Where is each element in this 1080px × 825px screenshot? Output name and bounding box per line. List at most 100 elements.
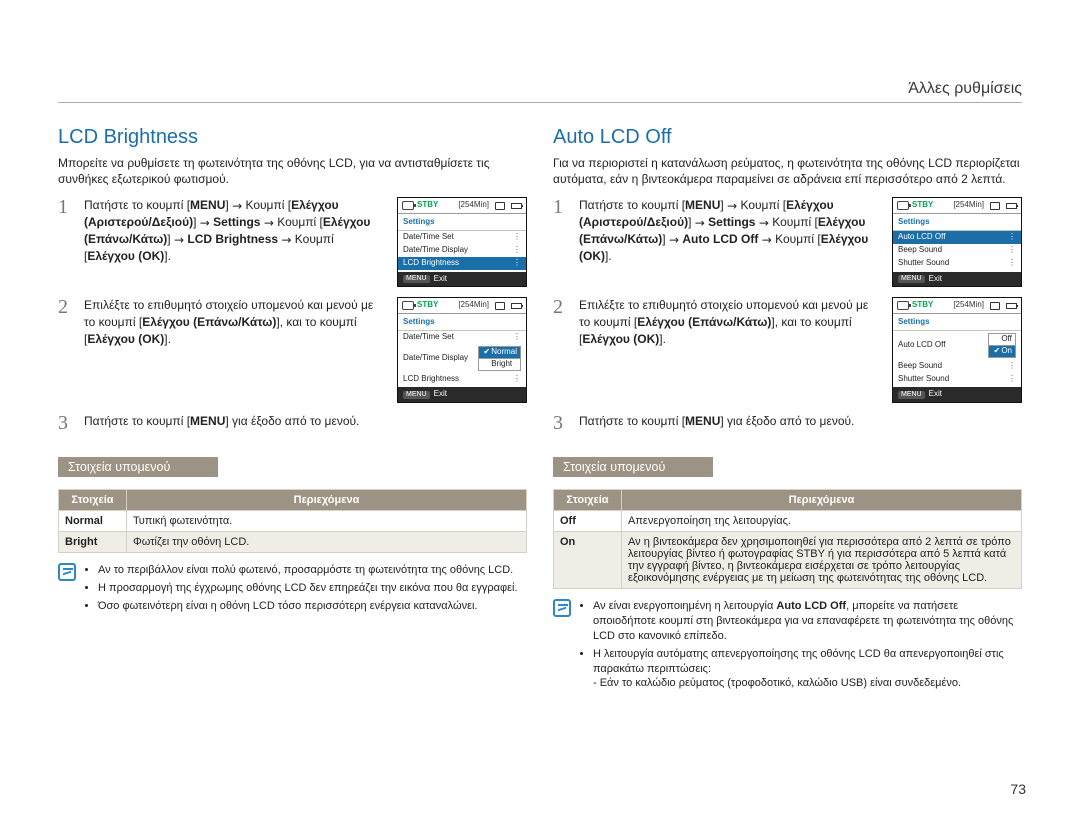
more-icon: ⋮	[513, 333, 521, 342]
table-header-desc: Περιεχόμενα	[127, 490, 527, 511]
step-text: Πατήστε το κουμπί [MENU] → Κουμπί [Ελέγχ…	[84, 197, 387, 264]
sd-card-icon	[495, 302, 505, 310]
arrow-icon: →	[727, 200, 737, 212]
screen-menu-row: Auto LCD OffOff✔On	[893, 331, 1021, 360]
note-item: Αν είναι ενεργοποιημένη η λειτουργία Aut…	[593, 599, 1022, 644]
status-stby: STBY	[912, 201, 933, 210]
more-icon: ⋮	[513, 375, 521, 384]
arrow-icon: →	[281, 234, 291, 246]
more-icon: ⋮	[1008, 233, 1016, 242]
screen-menu-label: Date/Time Set	[403, 333, 454, 342]
battery-icon	[511, 303, 522, 309]
table-cell-key: Normal	[59, 511, 127, 532]
check-icon: ✔	[482, 348, 491, 357]
screen-footer: MENU Exit	[893, 387, 1021, 402]
menu-chip: MENU	[898, 275, 925, 283]
more-icon: ⋮	[1008, 375, 1016, 384]
status-remaining: [254Min]	[458, 201, 489, 210]
camcorder-icon	[897, 201, 909, 210]
screen-menu-label: LCD Brightness	[403, 375, 459, 384]
note-list: Αν είναι ενεργοποιημένη η λειτουργία Aut…	[579, 599, 1022, 694]
check-icon: ✔	[992, 347, 1001, 356]
step-3-left: 3 Πατήστε το κουμπί [MENU] για έξοδο από…	[58, 413, 527, 433]
screen-menu-label: Shutter Sound	[898, 375, 949, 384]
camcorder-screen: STBY[254Min]SettingsDate/Time Set⋮Date/T…	[397, 297, 527, 403]
more-icon: ⋮	[1008, 259, 1016, 268]
step-number: 3	[58, 413, 74, 433]
step-number: 1	[58, 197, 74, 217]
battery-icon	[1006, 203, 1017, 209]
more-icon: ⋮	[513, 259, 521, 268]
sd-card-icon	[990, 202, 1000, 210]
status-stby: STBY	[912, 301, 933, 310]
step-number: 3	[553, 413, 569, 433]
col-auto-lcd-off: Auto LCD Off Για να περιοριστεί η κατανά…	[553, 126, 1022, 694]
col-lcd-brightness: LCD Brightness Μπορείτε να ρυθμίσετε τη …	[58, 126, 527, 694]
screen-menu-row: Shutter Sound ⋮	[893, 257, 1021, 270]
status-remaining: [254Min]	[458, 301, 489, 310]
camcorder-icon	[402, 301, 414, 310]
screen-menu-label: Date/Time Display	[403, 354, 468, 363]
screen-settings-title: Settings	[398, 216, 526, 231]
note-item: Αν το περιβάλλον είναι πολύ φωτεινό, προ…	[98, 563, 518, 578]
camcorder-screen: STBY[254Min]SettingsDate/Time Set⋮Date/T…	[397, 197, 527, 287]
camcorder-icon	[897, 301, 909, 310]
status-stby: STBY	[417, 301, 438, 310]
status-remaining: [254Min]	[953, 201, 984, 210]
screen-menu-row: Auto LCD Off ⋮	[893, 231, 1021, 244]
battery-icon	[511, 203, 522, 209]
running-head: Άλλες ρυθμίσεις	[58, 80, 1022, 103]
intro-right: Για να περιοριστεί η κατανάλωση ρεύματος…	[553, 155, 1022, 187]
arrow-icon: →	[695, 217, 705, 229]
more-icon: ⋮	[1008, 362, 1016, 371]
table-cell-val: Απενεργοποίηση της λειτουργίας.	[622, 511, 1022, 532]
camcorder-icon	[402, 201, 414, 210]
camcorder-screen: STBY[254Min]SettingsAuto LCD Off⋮Beep So…	[892, 197, 1022, 287]
screen-menu-row: Date/Time Set⋮	[398, 231, 526, 244]
page-number: 73	[1010, 781, 1026, 797]
arrow-icon: →	[200, 217, 210, 229]
screen-menu-label: Shutter Sound	[898, 259, 949, 268]
screen-menu-row: Shutter Sound ⋮	[893, 373, 1021, 386]
intro-left: Μπορείτε να ρυθμίσετε τη φωτεινότητα της…	[58, 155, 527, 187]
table-cell-key: Off	[554, 511, 622, 532]
heading-lcd-brightness: LCD Brightness	[58, 126, 527, 149]
screen-menu-row: Date/Time Set ⋮	[398, 331, 526, 344]
menu-chip: MENU	[403, 275, 430, 283]
screen-menu-label: Auto LCD Off	[898, 233, 945, 242]
screenshot-slot: STBY[254Min]SettingsAuto LCD OffOff✔OnBe…	[892, 297, 1022, 403]
note-item: Η προσαρμογή της έγχρωμης οθόνης LCD δεν…	[98, 581, 518, 596]
step-number: 1	[553, 197, 569, 217]
arrow-icon: →	[762, 234, 772, 246]
screen-menu-label: Beep Sound	[898, 362, 942, 371]
step-text: Πατήστε το κουμπί [MENU] για έξοδο από τ…	[84, 413, 527, 430]
screen-settings-title: Settings	[893, 216, 1021, 231]
screen-footer: MENU Exit	[398, 387, 526, 402]
note-item: Η λειτουργία αυτόματης απενεργοποίησης τ…	[593, 647, 1022, 692]
screen-menu-row: Beep Sound ⋮	[893, 360, 1021, 373]
screen-settings-title: Settings	[398, 316, 526, 331]
status-stby: STBY	[417, 201, 438, 210]
step-2-right: 2 Επιλέξτε το επιθυμητό στοιχείο υπομενο…	[553, 297, 1022, 403]
screen-menu-label: Date/Time Set	[403, 233, 454, 242]
menu-chip: MENU	[403, 391, 430, 399]
table-header-desc: Περιεχόμενα	[622, 490, 1022, 511]
step-1-left: 1 Πατήστε το κουμπί [MENU] → Κουμπί [Ελέ…	[58, 197, 527, 287]
screen-menu-label: Date/Time Display	[403, 246, 468, 255]
table-cell-key: Bright	[59, 532, 127, 553]
sd-card-icon	[495, 202, 505, 210]
step-text: Επιλέξτε το επιθυμητό στοιχείο υπομενού …	[579, 297, 882, 347]
heading-auto-lcd-off: Auto LCD Off	[553, 126, 1022, 149]
screen-exit-label: Exit	[434, 390, 447, 399]
screen-menu-row: LCD Brightness⋮	[398, 257, 526, 270]
table-cell-val: Αν η βιντεοκάμερα δεν χρησιμοποιηθεί για…	[622, 532, 1022, 589]
note-item: Όσο φωτεινότερη είναι η οθόνη LCD τόσο π…	[98, 599, 518, 614]
table-submenu-left: Στοιχεία Περιεχόμενα Normal Τυπική φωτει…	[58, 489, 527, 553]
table-header-item: Στοιχεία	[59, 490, 127, 511]
note-icon	[58, 563, 76, 581]
screen-exit-label: Exit	[929, 390, 942, 399]
menu-chip: MENU	[898, 391, 925, 399]
step-text: Πατήστε το κουμπί [MENU] για έξοδο από τ…	[579, 413, 1022, 430]
battery-icon	[1006, 303, 1017, 309]
screen-exit-label: Exit	[434, 275, 447, 284]
